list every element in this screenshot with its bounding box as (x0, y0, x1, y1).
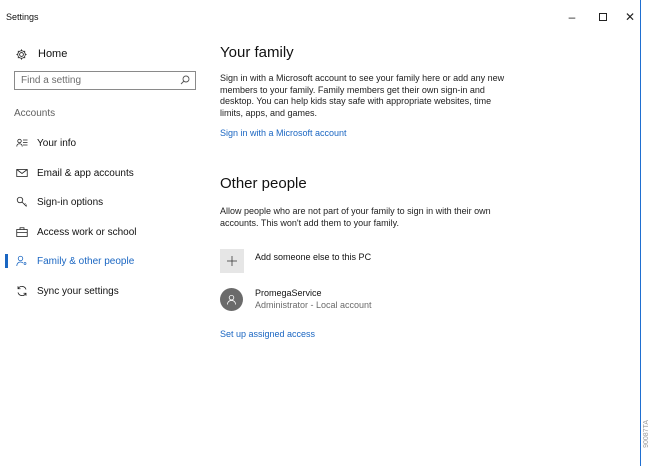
assigned-access-link[interactable]: Set up assigned access (220, 329, 315, 339)
sidebar-item-label: Family & other people (37, 255, 135, 267)
plus-icon (227, 256, 237, 266)
avatar (220, 288, 243, 311)
your-family-description: Sign in with a Microsoft account to see … (220, 73, 505, 118)
sidebar: Home Accounts Your info (0, 36, 205, 466)
sidebar-item-work-school[interactable]: Access work or school (0, 220, 205, 244)
sidebar-item-email[interactable]: Email & app accounts (0, 161, 205, 185)
search-input[interactable] (15, 72, 181, 89)
briefcase-icon (16, 227, 28, 237)
sidebar-item-label: Sync your settings (37, 285, 119, 297)
minimize-icon: – (568, 10, 576, 24)
sidebar-item-family[interactable]: Family & other people (0, 249, 205, 273)
add-someone-button[interactable]: Add someone else to this PC (220, 249, 470, 273)
maximize-button[interactable] (592, 6, 614, 28)
people-icon (16, 255, 27, 267)
account-name: PromegaService (255, 288, 322, 298)
sign-in-microsoft-link[interactable]: Sign in with a Microsoft account (220, 128, 347, 138)
watermark-text: 90087TA (643, 420, 650, 448)
section-label-accounts: Accounts (14, 108, 56, 119)
selection-indicator (5, 254, 8, 268)
home-label: Home (38, 48, 68, 60)
home-link[interactable]: Home (15, 44, 67, 64)
other-people-heading: Other people (220, 175, 307, 192)
account-entry[interactable]: PromegaService Administrator - Local acc… (220, 287, 470, 313)
sidebar-item-label: Access work or school (37, 226, 137, 238)
title-bar: Settings – ✕ (0, 0, 640, 36)
sidebar-item-sync[interactable]: Sync your settings (0, 279, 205, 303)
account-type: Administrator - Local account (255, 300, 372, 310)
add-tile (220, 249, 244, 273)
settings-window: Settings – ✕ Home Accounts (0, 0, 641, 466)
close-icon: ✕ (624, 10, 636, 24)
envelope-icon (16, 169, 28, 177)
search-box[interactable] (14, 71, 196, 90)
key-icon (16, 196, 28, 207)
search-icon[interactable] (179, 74, 191, 86)
gear-icon (16, 48, 27, 60)
sidebar-item-label: Email & app accounts (37, 167, 134, 179)
sidebar-item-sign-in[interactable]: Sign-in options (0, 190, 205, 214)
sidebar-item-your-info[interactable]: Your info (0, 131, 205, 155)
sync-icon (17, 286, 27, 296)
maximize-icon (599, 13, 607, 21)
sidebar-item-label: Your info (37, 137, 77, 149)
close-button[interactable]: ✕ (619, 6, 641, 28)
person-icon (226, 294, 237, 305)
add-someone-label: Add someone else to this PC (255, 252, 372, 262)
other-people-description: Allow people who are not part of your fa… (220, 206, 491, 228)
window-title: Settings (6, 12, 39, 22)
your-family-heading: Your family (220, 44, 294, 61)
sidebar-item-label: Sign-in options (37, 196, 104, 208)
minimize-button[interactable]: – (561, 6, 583, 28)
person-list-icon (16, 138, 28, 147)
